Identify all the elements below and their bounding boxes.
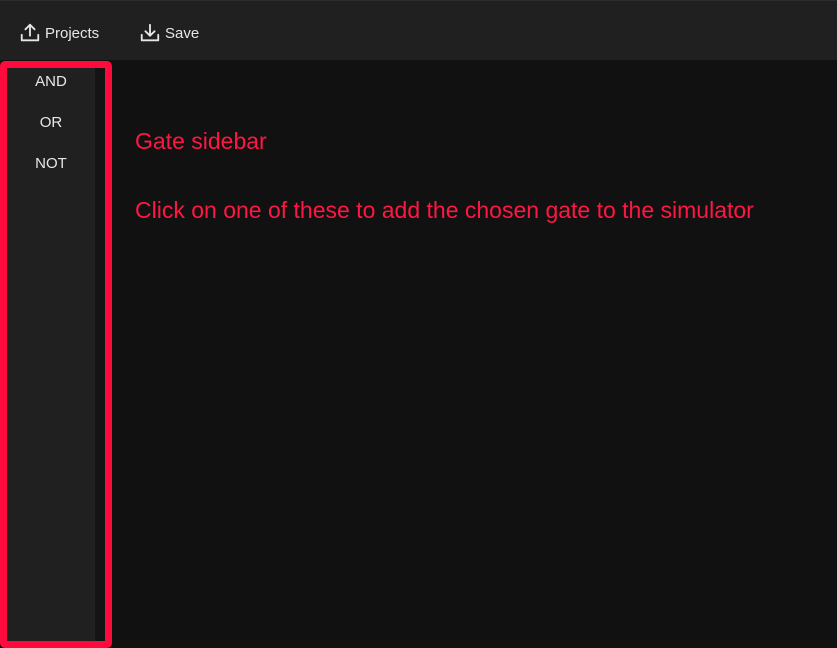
gate-not-button[interactable]: NOT xyxy=(7,155,95,172)
download-icon xyxy=(140,23,160,42)
projects-button[interactable]: Projects xyxy=(19,21,99,45)
gate-or-button[interactable]: OR xyxy=(7,114,95,131)
gate-sidebar: AND OR NOT xyxy=(0,61,112,648)
save-button[interactable]: Save xyxy=(139,21,199,45)
projects-label: Projects xyxy=(45,24,100,42)
app-window: Projects Save AND OR NOT Gate sidebar Cl… xyxy=(0,0,837,648)
top-toolbar: Projects Save xyxy=(0,0,837,60)
upload-icon xyxy=(20,23,40,42)
annotation-title: Gate sidebar xyxy=(135,128,267,154)
gate-list: AND OR NOT xyxy=(7,68,95,641)
save-label: Save xyxy=(165,24,200,42)
sidebar-scrollbar[interactable] xyxy=(95,68,105,641)
annotation-description: Click on one of these to add the chosen … xyxy=(135,197,754,223)
gate-and-button[interactable]: AND xyxy=(7,73,95,90)
